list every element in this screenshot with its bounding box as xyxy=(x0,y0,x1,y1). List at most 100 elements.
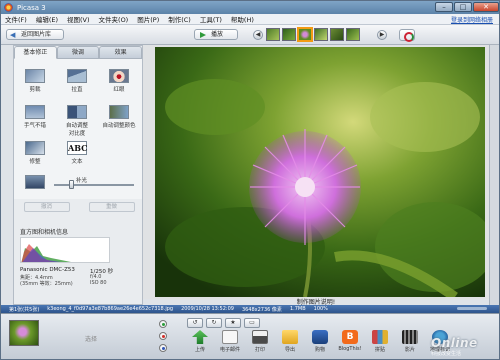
title-bar[interactable]: Picasa 3 – □ ✕ xyxy=(1,1,499,14)
im-feeling-lucky-tool[interactable]: 手气不错 xyxy=(18,105,52,129)
upload-button[interactable]: 上传 xyxy=(187,330,213,353)
minimize-button[interactable]: – xyxy=(435,2,453,12)
menu-edit[interactable]: 编辑(E) xyxy=(36,14,58,24)
menu-folder[interactable]: 文件夹(O) xyxy=(99,14,129,24)
filmstrip-thumb[interactable] xyxy=(266,28,280,41)
picasa-window: Picasa 3 – □ ✕ 文件(F) 编辑(E) 视图(V) 文件夹(O) … xyxy=(0,0,500,360)
star-button[interactable]: ★ xyxy=(225,318,241,328)
print-icon xyxy=(252,330,268,344)
close-button[interactable]: ✕ xyxy=(473,2,499,12)
auto-color-icon xyxy=(109,105,129,119)
filmstrip-thumb[interactable] xyxy=(330,28,344,41)
histogram xyxy=(20,237,110,263)
filmstrip-thumb-selected[interactable] xyxy=(297,27,313,42)
straighten-label: 拉直 xyxy=(71,87,83,93)
fill-light-label: 补光 xyxy=(76,178,88,184)
zoom-slider[interactable] xyxy=(457,307,487,310)
clear-button[interactable] xyxy=(159,332,167,340)
fill-light-tool[interactable] xyxy=(18,175,52,191)
tag-button[interactable]: ▭ xyxy=(244,318,260,328)
play-slideshow-button[interactable]: 播放 xyxy=(194,29,238,40)
maximize-button[interactable]: □ xyxy=(454,2,472,12)
photo-flower[interactable] xyxy=(155,47,485,297)
sign-in-link[interactable]: 登录到网络相册 xyxy=(451,15,493,24)
shop-button[interactable]: 购物 xyxy=(307,330,333,353)
email-button[interactable]: 电子邮件 xyxy=(217,330,243,353)
tray-thumbnail[interactable] xyxy=(9,320,39,346)
tray-mini-tools: ↺ ↻ ★ ▭ xyxy=(187,318,260,328)
auto-contrast-tool[interactable]: 自动调整 对比度 xyxy=(60,105,94,137)
email-icon xyxy=(222,330,238,344)
print-button[interactable]: 打印 xyxy=(247,330,273,353)
text-label: 文本 xyxy=(71,159,83,165)
menu-file[interactable]: 文件(F) xyxy=(5,14,27,24)
edit-tabs: 基本修正 微调 效果 xyxy=(14,46,143,59)
collage-label: 拼贴 xyxy=(374,347,385,353)
redo-button[interactable]: 重做 xyxy=(88,202,135,212)
rotate-left-button[interactable]: ↺ xyxy=(187,318,203,328)
play-icon xyxy=(200,32,206,38)
prev-photo-button[interactable]: ◀ xyxy=(253,30,263,40)
retouch-icon xyxy=(25,141,45,155)
fill-light-slider-knob[interactable] xyxy=(69,180,74,189)
tab-basic-fixes[interactable]: 基本修正 xyxy=(14,46,57,59)
back-arrow-icon: ◀ xyxy=(10,31,16,39)
menu-picture[interactable]: 图片(P) xyxy=(137,14,159,24)
lucky-label: 手气不错 xyxy=(23,123,46,129)
auto-color-label: 自动调整颜色 xyxy=(102,123,136,129)
menu-bar: 文件(F) 编辑(E) 视图(V) 文件夹(O) 图片(P) 制作(C) 工具(… xyxy=(1,14,499,25)
focal-length-35mm: (35mm 等效：25mm) xyxy=(20,281,73,287)
menu-view[interactable]: 视图(V) xyxy=(67,14,90,24)
next-photo-button[interactable]: ▶ xyxy=(377,30,387,40)
photo-filename: k3eong_4_f0d97a3e87b869ae26e4e652c7318.j… xyxy=(47,306,174,312)
redeye-label: 红眼 xyxy=(113,87,125,93)
filmstrip-thumb[interactable] xyxy=(282,28,296,41)
tray-selection-label: 选择 xyxy=(85,336,98,343)
movie-button[interactable]: 影片 xyxy=(397,330,423,353)
tab-tuning[interactable]: 微调 xyxy=(56,46,100,59)
collage-icon xyxy=(372,330,388,344)
hold-button[interactable] xyxy=(159,320,167,328)
photo-caption[interactable]: 制作图片说明! xyxy=(143,297,489,306)
blogthis-button[interactable]: B BlogThis! xyxy=(337,330,363,352)
menu-tools[interactable]: 工具(T) xyxy=(200,14,222,24)
menu-create[interactable]: 制作(C) xyxy=(168,14,191,24)
play-label: 播放 xyxy=(211,31,224,38)
iso: ISO 80 xyxy=(90,280,107,286)
window-controls: – □ ✕ xyxy=(435,2,499,12)
text-tool[interactable]: ABC 文本 xyxy=(60,141,94,165)
rotate-right-button[interactable]: ↻ xyxy=(206,318,222,328)
edit-panel: 基本修正 微调 效果 剪裁 拉直 红眼 手气不错 自动调整 对比度 自动调整颜色… xyxy=(13,45,143,305)
filmstrip xyxy=(266,27,360,42)
watermark-tagline: 科技改变生活 xyxy=(431,351,462,357)
movie-label: 影片 xyxy=(404,347,415,353)
histogram-camera-info-title: 直方图和相机信息 xyxy=(20,229,69,236)
view-toggle-button[interactable] xyxy=(399,29,415,42)
photo-viewer xyxy=(143,45,489,299)
straighten-tool[interactable]: 拉直 xyxy=(60,69,94,93)
crop-tool[interactable]: 剪裁 xyxy=(18,69,52,93)
tab-effects[interactable]: 效果 xyxy=(99,46,143,59)
watermark-logo: Online xyxy=(431,336,478,350)
auto-color-tool[interactable]: 自动调整颜色 xyxy=(102,105,136,129)
text-icon: ABC xyxy=(67,141,88,155)
flower-image xyxy=(155,47,485,297)
menu-help[interactable]: 帮助(H) xyxy=(231,14,254,24)
redeye-tool[interactable]: 红眼 xyxy=(102,69,136,93)
retouch-tool[interactable]: 修整 xyxy=(18,141,52,165)
movie-icon xyxy=(402,330,418,344)
photo-size: 1.7MB xyxy=(289,306,306,312)
auto-contrast-label: 自动调整 对比度 xyxy=(65,123,88,137)
camera-model: Panasonic DMC-Z53 xyxy=(20,267,75,273)
export-button[interactable]: 导出 xyxy=(277,330,303,353)
back-to-library-button[interactable]: ◀ 返回图片库 xyxy=(6,29,64,40)
filmstrip-thumb[interactable] xyxy=(346,28,360,41)
blogthis-label: BlogThis! xyxy=(338,346,362,352)
filmstrip-thumb[interactable] xyxy=(314,28,328,41)
basic-fixes-tools: 剪裁 拉直 红眼 手气不错 自动调整 对比度 自动调整颜色 修整 ABC 文本 … xyxy=(14,59,142,199)
retouch-label: 修整 xyxy=(29,159,41,165)
collage-button[interactable]: 拼贴 xyxy=(367,330,393,353)
undo-button[interactable]: 撤消 xyxy=(23,202,70,212)
add-to-album-button[interactable] xyxy=(159,344,167,352)
fill-light-slider[interactable] xyxy=(54,180,134,189)
